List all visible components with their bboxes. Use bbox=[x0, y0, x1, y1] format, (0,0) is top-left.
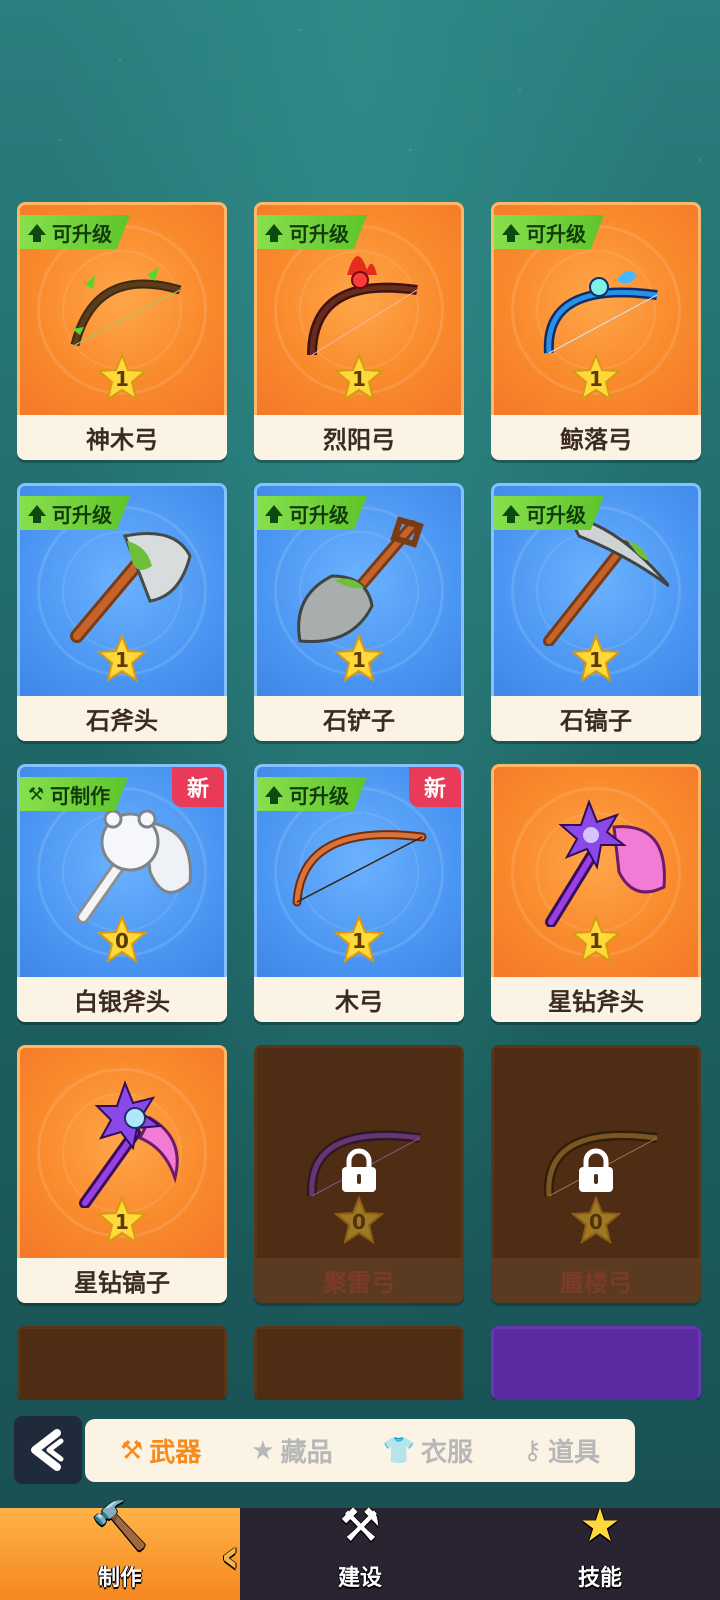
wood-bow-icon bbox=[292, 830, 427, 907]
star-level: 0 bbox=[333, 1195, 385, 1245]
chevron-left-icon: ‹ bbox=[220, 1528, 240, 1584]
card-title: 烈阳弓 bbox=[254, 415, 464, 460]
star-card-icon: ★ bbox=[251, 1435, 275, 1466]
card-title: 石斧头 bbox=[17, 696, 227, 741]
card-shenlou-bow-locked[interactable]: 0 蜃楼弓 bbox=[491, 1045, 701, 1303]
card-title: 木弓 bbox=[254, 977, 464, 1022]
upgradable-badge: 可升级 bbox=[20, 496, 130, 530]
star-level: 1 bbox=[333, 633, 385, 683]
tab-label: 衣服 bbox=[420, 1438, 473, 1468]
category-tabs: ⚒ 武器 ★ 藏品 👕 衣服 ⚷ 道具 bbox=[85, 1419, 635, 1482]
shenmu-bow-icon bbox=[70, 267, 182, 347]
star-diamond-axe-icon bbox=[545, 799, 666, 927]
tab-tools[interactable]: ⚷ 道具 bbox=[523, 1432, 600, 1469]
new-badge: 新 bbox=[172, 767, 224, 807]
silver-axe-icon bbox=[76, 809, 192, 924]
shirt-icon: 👕 bbox=[382, 1435, 415, 1466]
item-grid: 可升级 1 神木弓 可升级 1 烈阳弓 可升级 1 鲸落弓 可升级 1 石斧头 … bbox=[0, 0, 720, 1400]
card-stone-pickaxe[interactable]: 可升级 1 石镐子 bbox=[491, 483, 701, 741]
star-level: 1 bbox=[96, 633, 148, 683]
upgradable-badge: 可升级 bbox=[494, 215, 604, 249]
hammer-icon: ⚒ bbox=[28, 783, 45, 805]
craftable-badge: ⚒ 可制作 bbox=[20, 777, 129, 811]
card-star-diamond-pickaxe[interactable]: 1 星钻镐子 bbox=[17, 1045, 227, 1303]
card-star-diamond-axe[interactable]: 1 星钻斧头 bbox=[491, 764, 701, 1022]
nav-label: 制作 bbox=[97, 1566, 142, 1591]
nav-label: 技能 bbox=[577, 1566, 622, 1591]
card-partial-locked-1[interactable] bbox=[17, 1326, 227, 1400]
card-jingluo-bow[interactable]: 可升级 1 鲸落弓 bbox=[491, 202, 701, 460]
tab-collection[interactable]: ★ 藏品 bbox=[251, 1432, 332, 1469]
tab-weapons[interactable]: ⚒ 武器 bbox=[120, 1432, 201, 1469]
card-stone-shovel[interactable]: 可升级 1 石铲子 bbox=[254, 483, 464, 741]
stone-axe-icon bbox=[70, 532, 192, 643]
lock-icon bbox=[342, 1148, 376, 1192]
tab-label: 藏品 bbox=[280, 1438, 333, 1468]
card-title: 聚雷弓 bbox=[254, 1258, 464, 1303]
arrow-up-icon bbox=[502, 504, 520, 523]
stone-shovel-icon bbox=[297, 516, 424, 644]
back-arrow-icon bbox=[31, 1429, 64, 1471]
arrow-up-icon bbox=[265, 504, 283, 523]
card-juilei-bow-locked[interactable]: 0 聚雷弓 bbox=[254, 1045, 464, 1303]
star-level: 1 bbox=[333, 352, 385, 402]
upgradable-badge: 可升级 bbox=[257, 215, 367, 249]
card-stone-axe[interactable]: 可升级 1 石斧头 bbox=[17, 483, 227, 741]
star-icon: ★ bbox=[579, 1498, 621, 1552]
arrow-up-icon bbox=[265, 223, 283, 242]
nav-craft[interactable]: 🔨 制作 ‹ bbox=[0, 1498, 240, 1600]
stone-pickaxe-icon bbox=[543, 516, 669, 646]
card-wood-bow[interactable]: 可升级 新 1 木弓 bbox=[254, 764, 464, 1022]
card-title: 石镐子 bbox=[491, 696, 701, 741]
hammer-icon: 🔨 bbox=[91, 1498, 149, 1552]
upgradable-badge: 可升级 bbox=[257, 777, 367, 811]
nav-label: 建设 bbox=[337, 1566, 382, 1591]
star-level: 1 bbox=[570, 352, 622, 402]
jingluo-bow-icon bbox=[543, 271, 658, 354]
card-title: 神木弓 bbox=[17, 415, 227, 460]
card-title: 星钻镐子 bbox=[17, 1258, 227, 1303]
card-silver-axe[interactable]: ⚒ 可制作 新 0 白银斧头 bbox=[17, 764, 227, 1022]
arrow-up-icon bbox=[28, 504, 46, 523]
star-diamond-pickaxe-icon bbox=[79, 1080, 179, 1208]
tab-label: 道具 bbox=[547, 1438, 600, 1468]
card-title: 石铲子 bbox=[254, 696, 464, 741]
key-icon: ⚷ bbox=[522, 1435, 542, 1466]
lock-icon bbox=[579, 1148, 613, 1192]
card-partial-purple[interactable] bbox=[491, 1326, 701, 1400]
card-shenmu-bow[interactable]: 可升级 1 神木弓 bbox=[17, 202, 227, 460]
arrow-up-icon bbox=[502, 223, 520, 242]
upgradable-badge: 可升级 bbox=[494, 496, 604, 530]
new-badge: 新 bbox=[409, 767, 461, 807]
hammer-icon: ⚒ bbox=[119, 1435, 144, 1466]
card-partial-locked-2[interactable] bbox=[254, 1326, 464, 1400]
bottom-nav: 🔨 制作 ‹ ⚒ 建设 ★ 技能 bbox=[0, 1498, 720, 1600]
lieyang-bow-icon bbox=[307, 256, 418, 356]
star-level: 1 bbox=[333, 914, 385, 964]
upgradable-badge: 可升级 bbox=[257, 496, 367, 530]
star-level: 1 bbox=[96, 352, 148, 402]
upgradable-badge: 可升级 bbox=[20, 215, 130, 249]
back-button[interactable] bbox=[14, 1416, 82, 1484]
card-title: 鲸落弓 bbox=[491, 415, 701, 460]
nav-skills[interactable]: ★ 技能 bbox=[480, 1498, 720, 1600]
tab-label: 武器 bbox=[149, 1438, 202, 1468]
star-level: 1 bbox=[570, 633, 622, 683]
nav-build[interactable]: ⚒ 建设 bbox=[240, 1498, 480, 1600]
arrow-up-icon bbox=[265, 785, 283, 804]
star-level: 0 bbox=[96, 914, 148, 964]
stone-hammer-icon: ⚒ bbox=[339, 1498, 381, 1552]
star-level: 1 bbox=[570, 914, 622, 964]
tab-clothes[interactable]: 👕 衣服 bbox=[383, 1432, 473, 1469]
card-title: 星钻斧头 bbox=[491, 977, 701, 1022]
star-level: 1 bbox=[96, 1195, 148, 1245]
card-title: 蜃楼弓 bbox=[491, 1258, 701, 1303]
star-level: 0 bbox=[570, 1195, 622, 1245]
card-lieyang-bow[interactable]: 可升级 1 烈阳弓 bbox=[254, 202, 464, 460]
card-title: 白银斧头 bbox=[17, 977, 227, 1022]
arrow-up-icon bbox=[28, 223, 46, 242]
